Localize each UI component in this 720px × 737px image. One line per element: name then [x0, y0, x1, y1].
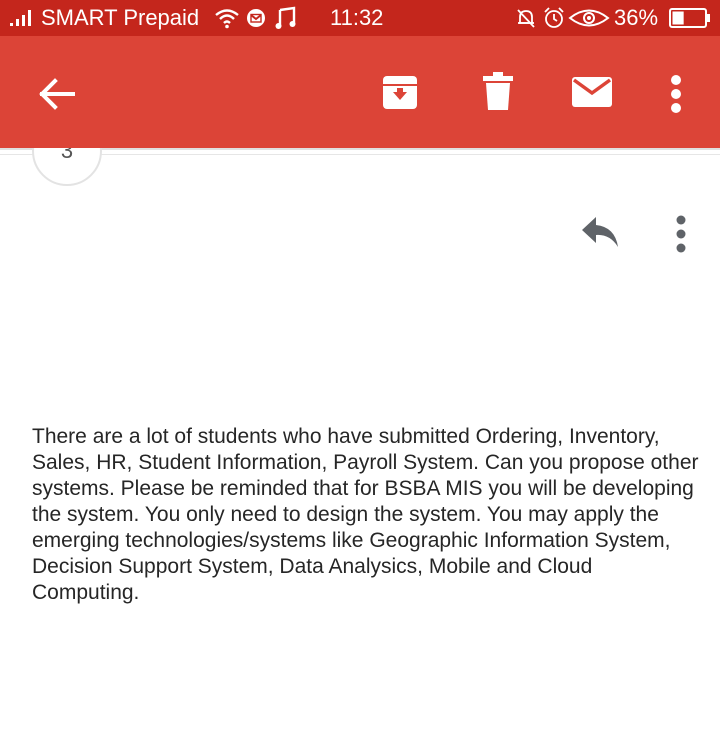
mark-unread-icon [572, 77, 612, 107]
message-more-button[interactable] [664, 212, 698, 256]
delete-icon [483, 72, 513, 110]
carrier-name: SMART Prepaid [41, 5, 200, 30]
mark-unread-button[interactable] [566, 66, 618, 118]
delete-button[interactable] [472, 66, 524, 118]
alarm-icon [542, 0, 566, 36]
message-body: There are a lot of students who have sub… [32, 425, 699, 604]
reply-icon [582, 217, 618, 247]
more-options-button[interactable] [654, 66, 698, 122]
mail-notification-icon [246, 0, 266, 36]
wifi-icon [214, 0, 240, 36]
music-note-icon [275, 0, 297, 36]
reply-button[interactable] [578, 212, 622, 252]
bell-off-icon [515, 0, 537, 36]
battery-icon [669, 0, 711, 36]
signal-icon [10, 0, 38, 36]
app-bar [0, 36, 720, 148]
status-time: 11:32 [330, 5, 384, 30]
eye-comfort-icon [568, 0, 610, 36]
more-vert-icon [671, 75, 681, 113]
more-vert-icon [676, 215, 686, 253]
divider [0, 148, 720, 150]
divider [0, 154, 720, 155]
back-button[interactable] [30, 70, 82, 118]
battery-percent: 36% [614, 5, 659, 30]
archive-icon [383, 76, 417, 109]
status-bar: SMART Prepaid 11:32 36% [0, 0, 720, 36]
back-arrow-icon [39, 78, 75, 110]
archive-button[interactable] [374, 66, 426, 118]
